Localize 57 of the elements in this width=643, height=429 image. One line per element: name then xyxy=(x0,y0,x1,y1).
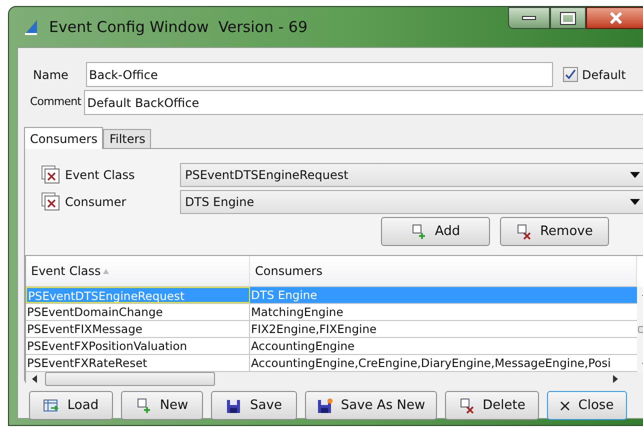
close-icon xyxy=(609,12,623,24)
selector-label: Consumer xyxy=(65,194,128,211)
table-row[interactable]: PSEventDomainChange MatchingEngine xyxy=(26,304,637,321)
table-cell: PSEventFXRateReset xyxy=(26,355,250,371)
scroll-right-icon xyxy=(613,375,618,383)
maximize-button[interactable] xyxy=(550,7,586,29)
check-icon xyxy=(565,69,576,80)
name-label: Name xyxy=(32,66,70,84)
save-button[interactable]: Save xyxy=(211,391,297,420)
table-row[interactable]: PSEventFIXMessage FIX2Engine,FIXEngine xyxy=(26,321,637,338)
dropdown-arrow-icon xyxy=(630,199,640,205)
comment-label: Comment xyxy=(29,94,82,110)
table-cell: PSEventFXPositionValuation xyxy=(26,338,250,354)
table-cell-text: FIX2Engine,FIXEngine xyxy=(250,321,378,337)
table-row[interactable]: PSEventFXPositionValuation AccountingEngine xyxy=(26,338,637,355)
add-button[interactable]: Add xyxy=(381,217,490,246)
tab[interactable]: Consumers xyxy=(24,127,104,149)
load-button[interactable]: Load xyxy=(29,391,113,420)
table-cell: PSEventFIXMessage xyxy=(26,321,250,337)
document-x-icon xyxy=(458,398,475,414)
dropdown-arrow-icon xyxy=(630,172,640,178)
table-arrow-icon xyxy=(43,398,60,414)
close-icon xyxy=(560,400,570,410)
table-cell-text: MatchingEngine xyxy=(250,304,344,320)
minimize-icon xyxy=(522,16,536,20)
comment-field[interactable]: Default BackOffice xyxy=(84,90,643,115)
document-plus-icon xyxy=(410,224,427,240)
close-button[interactable]: Close xyxy=(547,391,627,420)
save-as-new-button[interactable]: Save As New xyxy=(305,391,437,420)
table-cell-text: AccountingEngine,CreEngine,DiaryEngine,MessageEngine,Posi xyxy=(250,355,612,371)
column-header[interactable]: Consumers xyxy=(250,256,637,286)
minimize-button[interactable] xyxy=(508,7,550,29)
table-cell: PSEventDomainChange xyxy=(26,304,250,320)
dropdown[interactable]: PSEventDTSEngineRequest xyxy=(180,163,643,187)
sort-ascending-icon xyxy=(102,268,109,274)
close-window-button[interactable] xyxy=(586,7,643,29)
delete-button[interactable]: Delete xyxy=(445,391,539,420)
new-button[interactable]: New xyxy=(121,391,203,420)
default-checkbox[interactable] xyxy=(563,67,578,82)
tab[interactable]: Filters xyxy=(103,129,152,148)
document-x-icon xyxy=(41,165,61,185)
document-plus-icon xyxy=(136,398,152,414)
table-cell-text: AccountingEngine xyxy=(250,338,356,354)
scroll-thumb[interactable] xyxy=(45,372,215,386)
window-title: Event Config Window Version - 69 xyxy=(49,16,308,38)
default-label: Default xyxy=(582,66,626,84)
document-x-icon xyxy=(516,224,532,240)
remove-button[interactable]: Remove xyxy=(500,217,609,246)
dropdown[interactable]: DTS Engine xyxy=(180,190,643,214)
table-cell-text: DTS Engine xyxy=(250,287,318,303)
selector-label: Event Class xyxy=(65,167,136,184)
maximize-icon xyxy=(561,12,575,24)
scroll-left-icon xyxy=(32,375,37,383)
column-header[interactable]: Event Class xyxy=(26,256,250,286)
document-x-icon xyxy=(41,192,61,212)
name-field[interactable]: Back-Office xyxy=(86,62,553,87)
horizontal-scrollbar[interactable] xyxy=(26,372,643,386)
